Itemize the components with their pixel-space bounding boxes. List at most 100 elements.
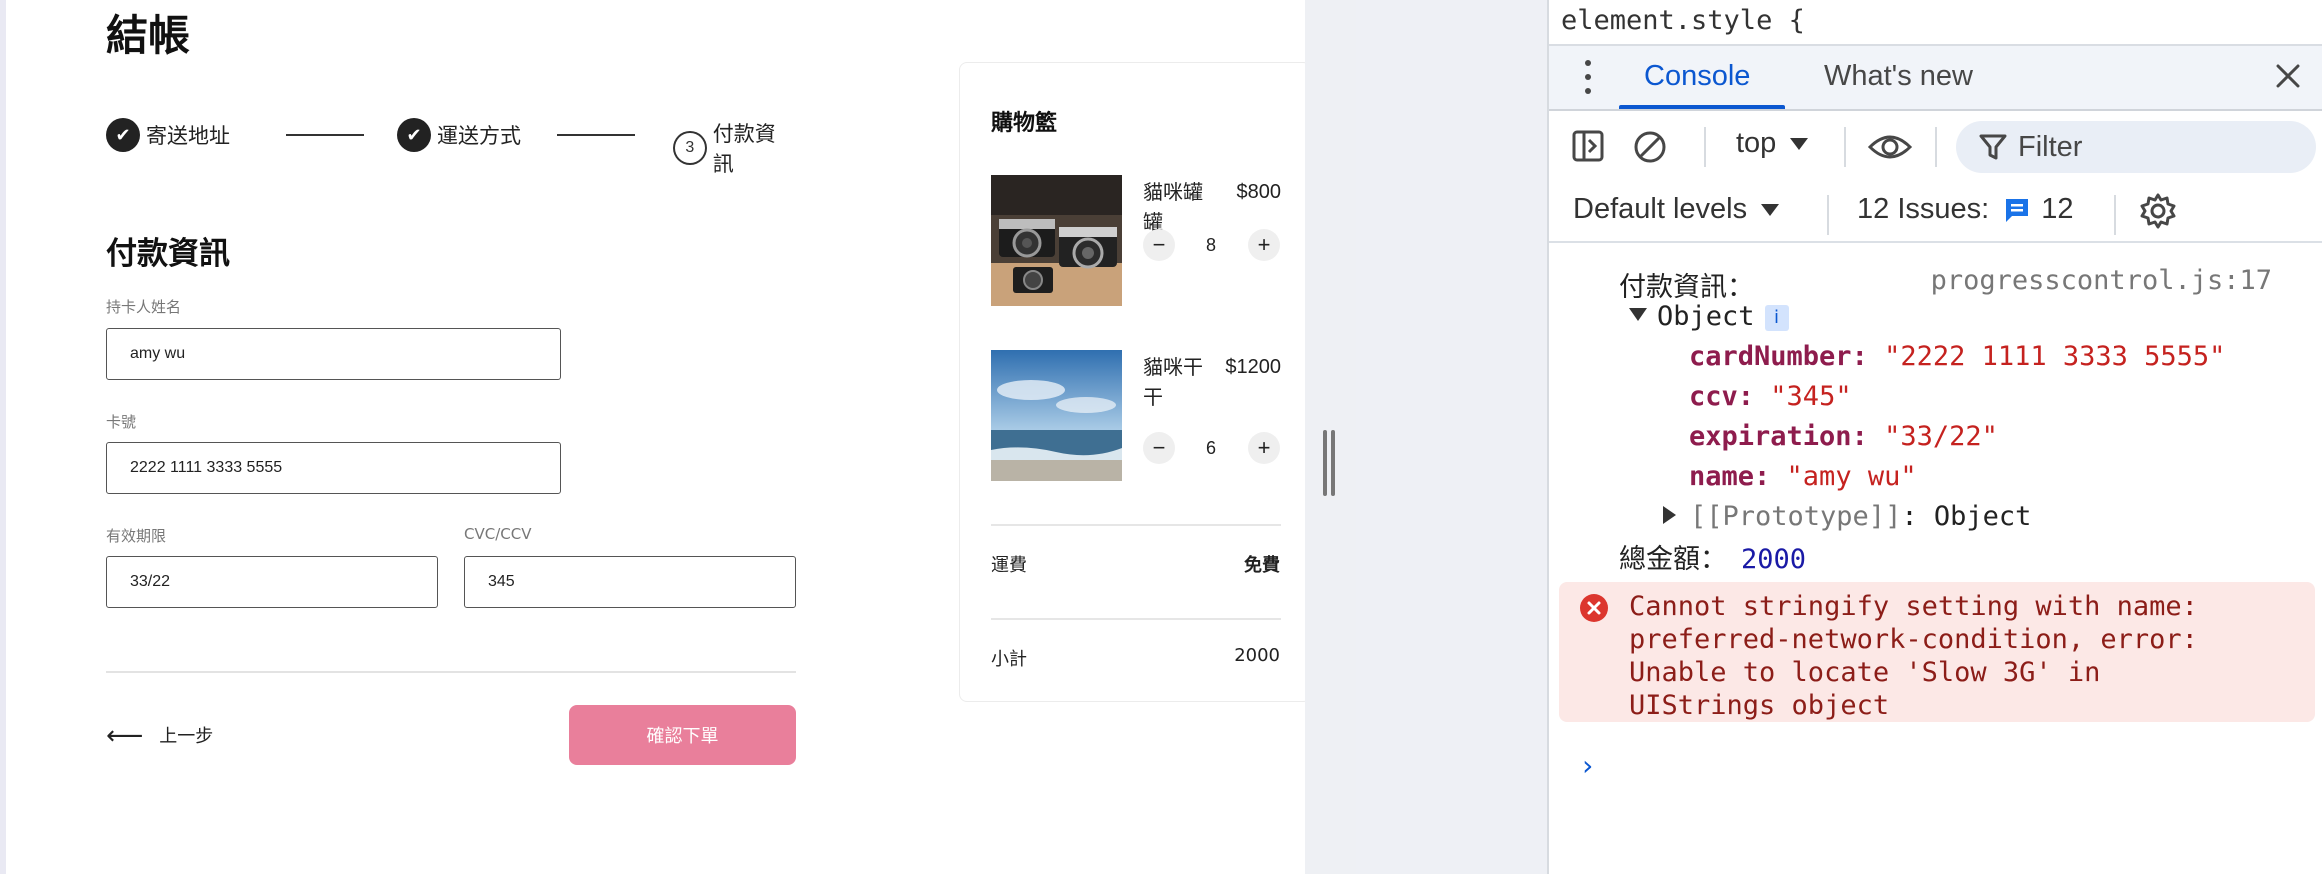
cart-title: 購物籃: [991, 111, 1058, 136]
page-title: 結帳: [106, 11, 191, 60]
shipping-value: 免費: [1244, 555, 1280, 576]
resize-handle[interactable]: [1323, 430, 1339, 496]
step-label: 寄送地址: [146, 124, 230, 148]
card-number-input[interactable]: 2222 1111 3333 5555: [106, 442, 561, 494]
object-property: ccv: "345": [1689, 381, 1852, 412]
caret-down-icon: [1790, 137, 1809, 150]
property-key: name: [1689, 461, 1755, 492]
more-vert-icon[interactable]: [1584, 58, 1592, 96]
expiry-input[interactable]: 33/22: [106, 556, 438, 608]
cart-item-image: [991, 175, 1122, 306]
issue-message-icon: [2006, 198, 2029, 222]
error-text: Cannot stringify setting with name: pref…: [1629, 591, 2198, 721]
element-style-rule: element.style {: [1561, 5, 1805, 36]
clear-console-icon[interactable]: [1632, 129, 1668, 165]
cart-item-image: [991, 350, 1122, 481]
arrow-left-icon: ⟵: [106, 720, 144, 750]
cart-item-price: $1200: [1225, 356, 1281, 378]
console-prompt-chevron-icon[interactable]: ›: [1579, 749, 1596, 782]
log-message-label: 付款資訊：: [1619, 272, 1754, 303]
object-property: expiration: "33/22": [1689, 421, 1998, 452]
close-icon[interactable]: [2272, 60, 2304, 92]
cart-item: 貓咪干干 $1200 − 6 +: [991, 350, 1281, 482]
sidebar-toggle-icon[interactable]: [1571, 129, 1605, 163]
log-source-link[interactable]: progresscontrol.js:17: [1931, 265, 2272, 296]
property-value: "amy wu": [1786, 461, 1917, 492]
toolbar-separator: [1827, 195, 1829, 235]
check-icon: ✔: [106, 118, 140, 152]
checkout-stepper: ✔ 寄送地址 ✔ 運送方式 3 付款資訊: [106, 118, 796, 176]
object-expander[interactable]: Object i: [1629, 301, 1789, 332]
console-toolbar: top Filter Default levels 12 Issues: 12: [1549, 111, 2322, 243]
cart-item-name: 貓咪干干: [1143, 355, 1203, 409]
object-label: Object: [1657, 301, 1755, 332]
prototype-expander[interactable]: [[Prototype]]: Object: [1663, 501, 2031, 532]
gear-icon[interactable]: [2139, 192, 2177, 230]
property-value: "33/22": [1884, 421, 1998, 452]
filter-placeholder: Filter: [2018, 130, 2083, 163]
filter-icon: [1979, 134, 2007, 160]
item-quantity: 6: [1205, 438, 1216, 458]
issues-label: 12 Issues:: [1857, 193, 1990, 225]
increase-qty-button[interactable]: +: [1248, 432, 1280, 464]
prototype-key: [[Prototype]]: [1690, 501, 1902, 532]
step-shipping-method: ✔ 運送方式: [397, 118, 521, 152]
total-log-line: 總金額： 2000: [1619, 537, 1806, 576]
back-button[interactable]: ⟵ 上一步: [106, 720, 213, 750]
eye-icon[interactable]: [1867, 127, 1913, 167]
cvc-label: CVC/CCV: [464, 525, 532, 543]
cvc-input[interactable]: 345: [464, 556, 796, 608]
cart-item-name: 貓咪罐罐: [1143, 180, 1203, 234]
cart-divider: [991, 618, 1281, 620]
form-divider: [106, 671, 796, 673]
step-connector: [557, 134, 635, 136]
ocean-beach-photo: [991, 350, 1122, 481]
property-value: "2222 1111 3333 5555": [1884, 341, 2226, 372]
item-quantity: 8: [1205, 235, 1216, 255]
total-value: 2000: [1741, 544, 1807, 575]
tab-whats-new[interactable]: What's new: [1824, 60, 1973, 93]
context-value: top: [1736, 127, 1777, 159]
cart-item-price: $800: [1236, 181, 1282, 203]
levels-label: Default levels: [1573, 193, 1748, 225]
error-icon: [1580, 594, 1608, 622]
increase-qty-button[interactable]: +: [1248, 229, 1280, 261]
back-label: 上一步: [159, 726, 214, 747]
decrease-qty-button[interactable]: −: [1143, 229, 1175, 261]
vintage-cameras-photo: [991, 175, 1122, 306]
tab-console[interactable]: Console: [1644, 60, 1750, 93]
info-icon[interactable]: i: [1764, 305, 1789, 331]
property-key: expiration: [1689, 421, 1852, 452]
step-connector: [286, 134, 364, 136]
object-property: cardNumber: "2222 1111 3333 5555": [1689, 341, 2226, 372]
devtools-drawer-tabbar: Console What's new: [1549, 44, 2322, 111]
collapse-triangle-icon: [1663, 506, 1676, 524]
card-number-label: 卡號: [106, 413, 137, 431]
total-label: 總金額：: [1619, 544, 1727, 575]
console-output: 付款資訊： progresscontrol.js:17 Object i card…: [1549, 245, 2322, 874]
toolbar-separator: [1704, 127, 1706, 167]
cart-divider: [991, 524, 1281, 526]
cart-panel: 購物籃 貓咪罐罐 $800 − 8 + 貓咪干干 $1200 − 6 + 運費 …: [959, 62, 1311, 702]
toolbar-separator: [2114, 195, 2116, 235]
step-shipping-address: ✔ 寄送地址: [106, 118, 230, 152]
console-filter-input[interactable]: Filter: [1956, 121, 2316, 173]
property-key: ccv: [1689, 381, 1738, 412]
context-selector[interactable]: top: [1736, 127, 1809, 160]
object-property: name: "amy wu": [1689, 461, 1917, 492]
subtotal-label: 小計: [991, 649, 1027, 670]
decrease-qty-button[interactable]: −: [1143, 432, 1175, 464]
confirm-order-button[interactable]: 確認下單: [569, 705, 796, 765]
step-label: 付款資訊: [712, 122, 776, 176]
devtools-panel: element.style { Console What's new top F…: [1547, 0, 2322, 874]
step-payment: 3 付款資訊: [673, 118, 796, 178]
shipping-label: 運費: [991, 555, 1027, 576]
step-label: 運送方式: [437, 124, 521, 148]
cardholder-name-input[interactable]: amy wu: [106, 328, 561, 380]
prototype-value: : Object: [1901, 501, 2032, 532]
checkout-page: 結帳 ✔ 寄送地址 ✔ 運送方式 3 付款資訊 付款資訊 持卡人姓名 amy w…: [0, 0, 1311, 874]
subtotal-value: 2000: [1234, 645, 1280, 666]
issues-button[interactable]: 12 Issues: 12: [1857, 193, 2073, 226]
check-icon: ✔: [397, 118, 431, 152]
log-levels-dropdown[interactable]: Default levels: [1573, 193, 1780, 226]
